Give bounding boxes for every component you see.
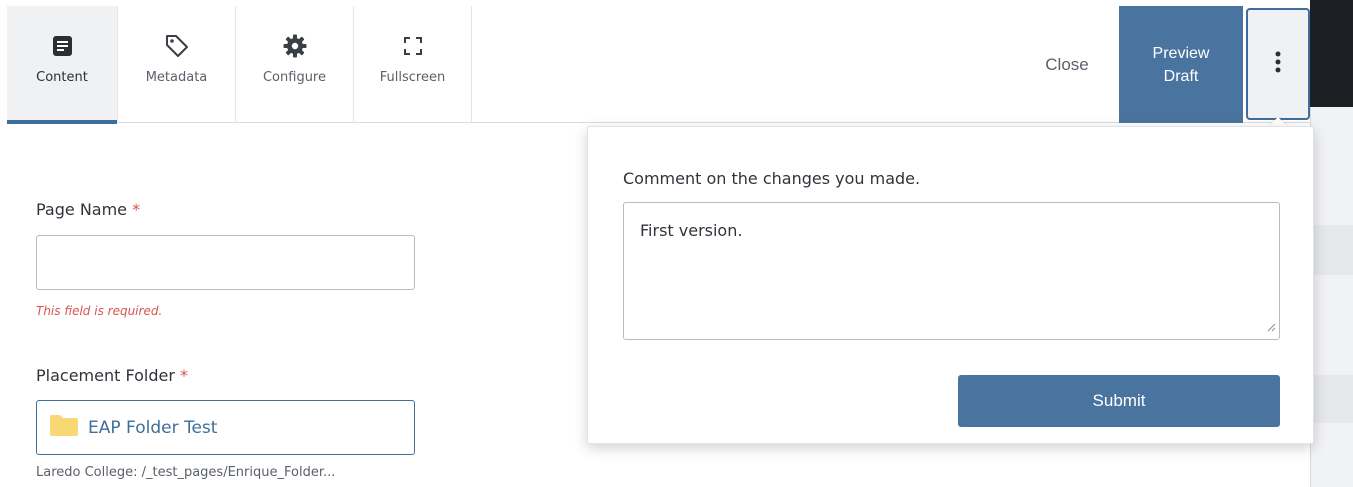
tab-content[interactable]: Content [7, 6, 118, 124]
page-name-input[interactable] [36, 235, 415, 290]
tab-label: Content [36, 70, 88, 85]
tab-label: Fullscreen [379, 70, 446, 85]
more-options-button[interactable] [1246, 8, 1310, 120]
folder-path: Laredo College: /_test_pages/Enrique_Fol… [36, 465, 336, 480]
page-name-label: Page Name * [36, 200, 140, 219]
comment-popover: Comment on the changes you made. First v… [587, 126, 1314, 444]
tab-label: Configure [262, 70, 326, 85]
editor-screen: Content Metadata Configure Fullscreen Cl… [0, 0, 1353, 487]
placement-folder-label: Placement Folder * [36, 366, 188, 385]
required-marker: * [180, 366, 189, 385]
folder-icon [50, 414, 78, 441]
page-name-label-text: Page Name [36, 200, 128, 219]
gear-icon [283, 32, 307, 60]
vertical-dots-icon [1275, 51, 1281, 78]
submit-button[interactable]: Submit [958, 375, 1280, 427]
page-name-error: This field is required. [36, 304, 163, 318]
fullscreen-icon [403, 32, 422, 60]
comment-prompt: Comment on the changes you made. [623, 169, 921, 188]
tag-icon [165, 32, 189, 60]
required-marker: * [132, 200, 141, 219]
background-row [1311, 225, 1353, 275]
editor-toolbar: Content Metadata Configure Fullscreen Cl… [7, 6, 1310, 124]
placement-folder-selector[interactable]: EAP Folder Test [36, 400, 415, 455]
resize-handle-icon[interactable] [1266, 317, 1276, 336]
tab-configure[interactable]: Configure [236, 6, 354, 123]
preview-label-line1: Preview [1152, 44, 1210, 62]
tab-fullscreen[interactable]: Fullscreen [354, 6, 472, 123]
comment-value: First version. [640, 221, 743, 240]
background-row [1311, 375, 1353, 423]
folder-name: EAP Folder Test [88, 417, 218, 438]
close-button[interactable]: Close [1017, 6, 1117, 123]
background-app-panel [1310, 107, 1353, 487]
placement-folder-label-text: Placement Folder [36, 366, 175, 385]
preview-label-line2: Draft [1163, 67, 1199, 85]
comment-textarea[interactable]: First version. [623, 202, 1280, 340]
background-app-header [1310, 0, 1353, 107]
tab-metadata[interactable]: Metadata [118, 6, 236, 123]
tab-label: Metadata [145, 70, 208, 85]
content-doc-icon [52, 32, 72, 60]
preview-draft-button[interactable]: Preview Draft [1119, 6, 1243, 123]
